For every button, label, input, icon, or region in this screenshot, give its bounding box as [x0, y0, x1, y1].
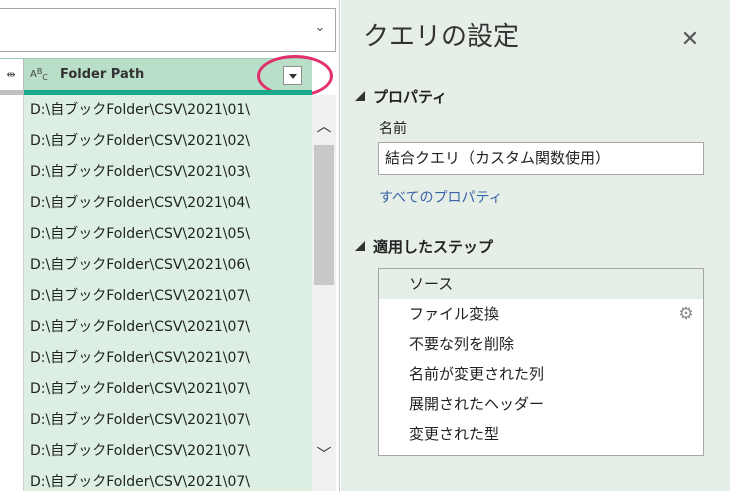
step-item[interactable]: ファイル変換 ⚙ [379, 299, 703, 329]
abc-type-icon[interactable]: ABC [30, 67, 56, 83]
properties-heading: プロパティ [373, 88, 448, 106]
folder-path-cell[interactable]: D:\自ブックFolder\CSV\2021\07\ [24, 312, 312, 343]
row-left-cell[interactable] [0, 188, 24, 219]
applied-steps-section-header[interactable]: 適用したステップ [355, 236, 493, 257]
formula-bar: ⌄ [0, 0, 340, 58]
applied-steps-list: ソース ファイル変換 ⚙ 不要な列を削除 名前が変更された列 展開されたヘッダー … [378, 268, 704, 456]
row-left-cell[interactable] [0, 95, 24, 126]
row-left-cell[interactable] [0, 250, 24, 281]
scroll-down-icon[interactable]: ﹀ [314, 445, 334, 463]
folder-path-cell[interactable]: D:\自ブックFolder\CSV\2021\07\ [24, 467, 312, 491]
step-item[interactable]: ソース [379, 269, 703, 299]
table-row[interactable]: D:\自ブックFolder\CSV\2021\07\ [0, 436, 312, 467]
vertical-scrollbar[interactable]: ︿ ﹀ [312, 95, 336, 491]
row-left-cell[interactable] [0, 219, 24, 250]
row-left-cell[interactable] [0, 374, 24, 405]
name-label: 名前 [379, 121, 407, 137]
folder-path-cell[interactable]: D:\自ブックFolder\CSV\2021\07\ [24, 343, 312, 374]
table-row[interactable]: D:\自ブックFolder\CSV\2021\02\ [0, 126, 312, 157]
properties-section-header[interactable]: プロパティ [355, 86, 447, 107]
column-title[interactable]: Folder Path [60, 65, 144, 85]
table-row[interactable]: D:\自ブックFolder\CSV\2021\01\ [0, 95, 312, 126]
row-left-cell[interactable] [0, 157, 24, 188]
folder-path-cell[interactable]: D:\自ブックFolder\CSV\2021\07\ [24, 405, 312, 436]
step-item[interactable]: 不要な列を削除 [379, 329, 703, 359]
folder-path-cell[interactable]: D:\自ブックFolder\CSV\2021\01\ [24, 95, 312, 126]
applied-steps-heading: 適用したステップ [373, 238, 494, 256]
query-name-input[interactable]: 結合クエリ（カスタム関数使用） [378, 142, 704, 175]
collapse-triangle-icon [355, 241, 365, 251]
scroll-up-icon[interactable]: ︿ [314, 117, 334, 135]
pane-title: クエリの設定 [363, 22, 520, 52]
table-row[interactable]: D:\自ブックFolder\CSV\2021\07\ [0, 343, 312, 374]
pane-divider[interactable] [336, 0, 340, 491]
table-row[interactable]: D:\自ブックFolder\CSV\2021\07\ [0, 312, 312, 343]
row-left-cell[interactable] [0, 467, 24, 491]
row-left-cell[interactable] [0, 126, 24, 157]
step-item[interactable]: 変更された型 [379, 419, 703, 449]
chevron-down-icon[interactable]: ⌄ [310, 18, 330, 38]
row-left-cell[interactable] [0, 436, 24, 467]
collapse-triangle-icon [355, 91, 365, 101]
folder-path-cell[interactable]: D:\自ブックFolder\CSV\2021\07\ [24, 436, 312, 467]
folder-path-cell[interactable]: D:\自ブックFolder\CSV\2021\04\ [24, 188, 312, 219]
folder-path-cell[interactable]: D:\自ブックFolder\CSV\2021\03\ [24, 157, 312, 188]
folder-path-cell[interactable]: D:\自ブックFolder\CSV\2021\07\ [24, 374, 312, 405]
step-item[interactable]: 展開されたヘッダー [379, 389, 703, 419]
folder-path-cell[interactable]: D:\自ブックFolder\CSV\2021\06\ [24, 250, 312, 281]
move-column-icon: ⇹ [6, 68, 16, 81]
row-left-cell[interactable] [0, 343, 24, 374]
close-icon[interactable]: ✕ [678, 28, 702, 52]
table-row[interactable]: D:\自ブックFolder\CSV\2021\06\ [0, 250, 312, 281]
table-row[interactable]: D:\自ブックFolder\CSV\2021\07\ [0, 281, 312, 312]
folder-path-cell[interactable]: D:\自ブックFolder\CSV\2021\05\ [24, 219, 312, 250]
table-row[interactable]: D:\自ブックFolder\CSV\2021\04\ [0, 188, 312, 219]
folder-path-cell[interactable]: D:\自ブックFolder\CSV\2021\02\ [24, 126, 312, 157]
step-item[interactable]: 名前が変更された列 [379, 359, 703, 389]
step-label: ファイル変換 [409, 305, 500, 323]
row-left-cell[interactable] [0, 405, 24, 436]
grid-rows: D:\自ブックFolder\CSV\2021\01\ D:\自ブックFolder\… [0, 95, 312, 491]
folder-path-cell[interactable]: D:\自ブックFolder\CSV\2021\07\ [24, 281, 312, 312]
all-properties-link[interactable]: すべてのプロパティ [379, 187, 503, 207]
row-left-cell[interactable] [0, 281, 24, 312]
gear-icon[interactable]: ⚙ [677, 305, 695, 323]
table-row[interactable]: D:\自ブックFolder\CSV\2021\07\ [0, 374, 312, 405]
previous-column-header[interactable]: ⇹ [0, 59, 24, 91]
query-settings-pane: クエリの設定 ✕ プロパティ 名前 結合クエリ（カスタム関数使用） すべてのプロ… [341, 0, 730, 491]
table-row[interactable]: D:\自ブックFolder\CSV\2021\03\ [0, 157, 312, 188]
scroll-thumb[interactable] [314, 145, 334, 285]
table-row[interactable]: D:\自ブックFolder\CSV\2021\07\ [0, 405, 312, 436]
row-left-cell[interactable] [0, 312, 24, 343]
formula-input[interactable] [0, 8, 336, 52]
table-row[interactable]: D:\自ブックFolder\CSV\2021\05\ [0, 219, 312, 250]
table-row[interactable]: D:\自ブックFolder\CSV\2021\07\ [0, 467, 312, 491]
